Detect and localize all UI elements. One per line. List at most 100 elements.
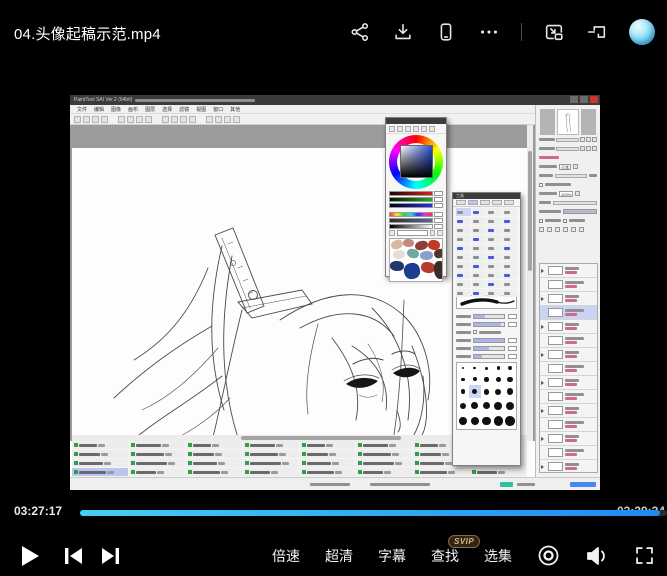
- subtitles-button[interactable]: 字幕: [378, 546, 406, 566]
- app-menu-item: 图层: [145, 106, 155, 113]
- quality-button[interactable]: 超清: [325, 546, 353, 566]
- color-wheel-panel: [385, 117, 447, 277]
- volume-icon[interactable]: [585, 545, 609, 567]
- download-icon[interactable]: [392, 21, 414, 43]
- layer-row: [540, 320, 597, 334]
- svip-badge: SVIP: [448, 535, 480, 548]
- file-item: [243, 459, 300, 468]
- cast-icon[interactable]: [586, 21, 608, 43]
- layer-row: [540, 390, 597, 404]
- opacity-value: 100%: [559, 191, 573, 197]
- picture-in-picture-icon[interactable]: [543, 21, 565, 43]
- fullscreen-icon[interactable]: [634, 545, 655, 566]
- header-divider: [521, 23, 522, 41]
- file-item: [129, 441, 186, 450]
- current-time: 03:27:17: [14, 504, 62, 518]
- file-item: [356, 468, 413, 477]
- seek-bar-fill: [80, 510, 660, 516]
- file-item: [300, 450, 357, 459]
- record-icon[interactable]: [537, 544, 560, 567]
- file-item: [72, 468, 129, 477]
- episodes-button[interactable]: 选集: [484, 546, 512, 566]
- layer-row: [540, 278, 597, 292]
- layer-toolbar: [536, 225, 600, 234]
- app-menu-bar: 文件编辑图像画布图层选择滤镜视图窗口其他: [70, 105, 600, 114]
- file-item: [186, 459, 243, 468]
- blend-mode-select: 正常: [559, 164, 571, 170]
- play-button[interactable]: [20, 545, 40, 567]
- app-menu-item: 视图: [196, 106, 206, 113]
- rgb-hsv-sliders: [386, 190, 446, 229]
- app-title-bar: PaintTool SAI Ver.2 (64bit): [70, 95, 600, 105]
- app-menu-item: 滤镜: [179, 106, 189, 113]
- app-menu-item: 其他: [230, 106, 240, 113]
- layer-row: [540, 376, 597, 390]
- file-item: [356, 441, 413, 450]
- app-menu-item: 窗口: [213, 106, 223, 113]
- file-item: [470, 468, 527, 477]
- phone-icon[interactable]: [435, 21, 457, 43]
- file-item: [243, 450, 300, 459]
- brush-stroke-preview: [456, 295, 517, 309]
- file-item: [243, 468, 300, 477]
- window-buttons: [570, 96, 598, 103]
- layer-row: [540, 348, 597, 362]
- file-item: [300, 468, 357, 477]
- assistant-avatar[interactable]: [629, 19, 655, 45]
- status-blue-chip: [570, 482, 596, 487]
- layer-row: [540, 334, 597, 348]
- app-title-text: PaintTool SAI Ver.2 (64bit): [74, 97, 132, 103]
- layer-row: [540, 292, 597, 306]
- file-item: [300, 459, 357, 468]
- file-item: [413, 468, 470, 477]
- player-header: 04.头像起稿示范.mp4: [0, 0, 667, 66]
- previous-button[interactable]: [64, 547, 83, 565]
- tool-grid: [453, 207, 520, 293]
- file-item: [72, 441, 129, 450]
- layer-row: [540, 264, 597, 278]
- app-menu-item: 选择: [162, 106, 172, 113]
- tool-panel-tabs: [453, 199, 520, 207]
- file-item: [186, 441, 243, 450]
- app-menu-item: 文件: [77, 106, 87, 113]
- status-green-chip: [500, 482, 513, 487]
- control-bar: 倍速 超清 字幕 查找 SVIP 选集: [0, 535, 667, 576]
- file-item: [356, 450, 413, 459]
- file-item: [243, 441, 300, 450]
- file-item: [129, 459, 186, 468]
- video-title: 04.头像起稿示范.mp4: [14, 23, 161, 44]
- file-item: [129, 468, 186, 477]
- next-button[interactable]: [101, 547, 120, 565]
- canvas-vscrollbar: [527, 125, 533, 441]
- share-icon[interactable]: [349, 21, 371, 43]
- layer-row: [540, 404, 597, 418]
- layer-row: [540, 306, 597, 320]
- layer-row: [540, 446, 597, 460]
- file-item: [300, 441, 357, 450]
- file-item: [186, 468, 243, 477]
- app-toolbar: [70, 114, 600, 125]
- seek-bar[interactable]: [80, 510, 667, 516]
- video-frame[interactable]: PaintTool SAI Ver.2 (64bit) 文件编辑图像画布图层选择…: [70, 95, 600, 490]
- app-menu-item: 图像: [111, 106, 121, 113]
- tool-panel: 工具: [452, 192, 521, 466]
- layer-row: [540, 432, 597, 446]
- brush-settings: [453, 311, 520, 361]
- file-item: [72, 450, 129, 459]
- file-item: [72, 459, 129, 468]
- navigator: [536, 109, 600, 135]
- speed-button[interactable]: 倍速: [272, 546, 300, 566]
- brush-shape-grid: [456, 362, 517, 430]
- file-item: [129, 450, 186, 459]
- find-button[interactable]: 查找 SVIP: [431, 546, 459, 566]
- app-menu-item: 编辑: [94, 106, 104, 113]
- color-panel-toolbar: [386, 124, 446, 134]
- app-menu-item: 画布: [128, 106, 138, 113]
- swatch-dropdown-row: [386, 229, 446, 237]
- saturation-value-square: [400, 145, 433, 178]
- layer-row: [540, 362, 597, 376]
- layer-row: [540, 460, 597, 473]
- file-item: [356, 459, 413, 468]
- layer-list: [539, 263, 598, 473]
- more-icon[interactable]: [478, 21, 500, 43]
